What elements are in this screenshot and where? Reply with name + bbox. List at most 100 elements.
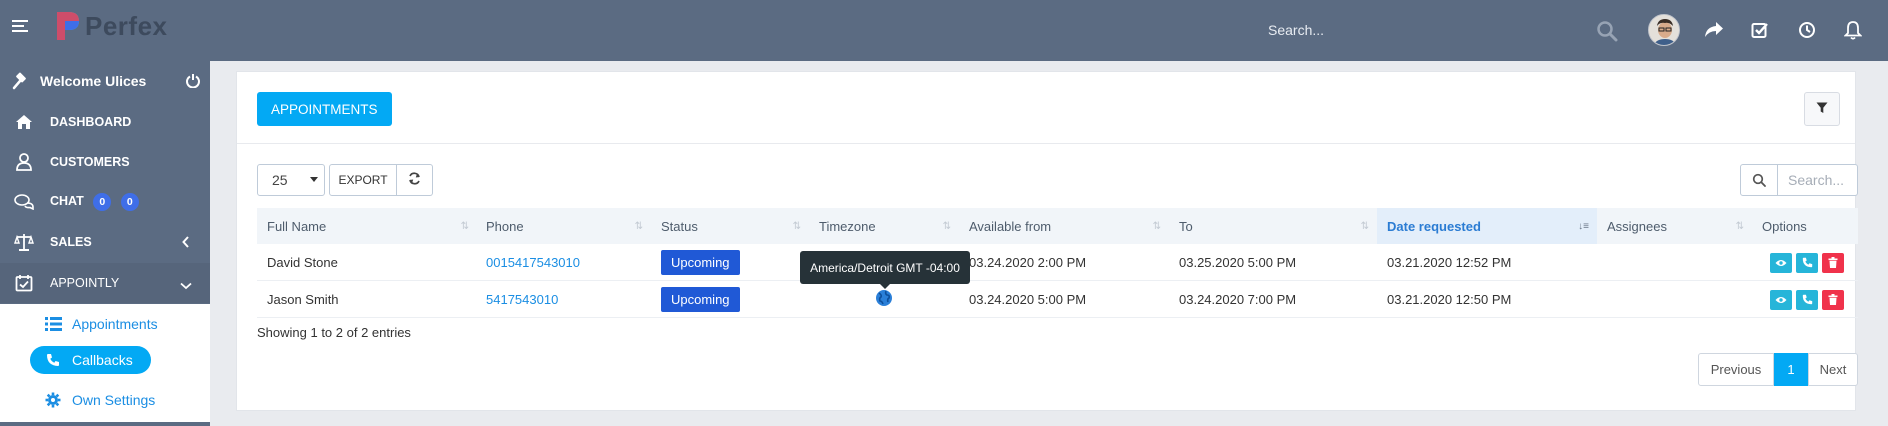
sidebar-item-appointly[interactable]: APPOINTLY [0,263,210,303]
phone-icon [1802,257,1812,268]
column-label: Phone [486,218,524,234]
submenu-item-appointments[interactable]: Appointments [44,310,158,338]
phone-link[interactable]: 0015417543010 [486,255,580,270]
cell-phone: 5417543010 [476,281,558,318]
phone-icon [1802,294,1812,305]
phone-link[interactable]: 5417543010 [486,292,558,307]
balance-scale-icon [14,232,34,252]
submenu-label: Appointments [72,316,158,332]
table-search-icon [1740,164,1778,196]
table-search-input[interactable] [1778,164,1858,196]
app-logo[interactable]: Perfex [55,9,168,43]
sort-icon: ⇅ [1360,221,1369,232]
logout-power-icon[interactable] [185,73,201,91]
cell-assignees [1597,281,1607,318]
cell-to: 03.24.2020 7:00 PM [1179,292,1297,307]
eye-icon [1775,296,1787,303]
cell-options [1752,281,1848,318]
sort-icon: ⇅ [1735,221,1744,232]
sidebar-item-label: CUSTOMERS [50,155,130,169]
appointly-submenu: Appointments Callbacks Own Settings [0,304,210,422]
pagination-previous[interactable]: Previous [1698,353,1774,386]
delete-button[interactable] [1822,289,1844,310]
submenu-item-own-settings[interactable]: Own Settings [44,386,155,414]
welcome-text: Welcome Ulices [40,73,147,89]
panel-header: APPOINTMENTS [237,72,1855,144]
reload-button[interactable] [397,164,433,196]
pagination-next[interactable]: Next [1808,353,1858,386]
cell-full-name: David Stone [267,255,338,270]
gear-icon [44,391,62,409]
view-button[interactable] [1770,289,1792,310]
filter-icon [1816,102,1828,117]
calendar-check-icon [14,273,34,293]
column-header-full-name[interactable]: Full Name ⇅ [257,208,477,244]
page-length-select[interactable]: 25 [257,164,325,196]
call-button[interactable] [1796,252,1818,273]
sidebar: Welcome Ulices DASHBOARD CUSTOMERS CHAT … [0,61,210,426]
table-header: Full Name ⇅ Phone ⇅ Status ⇅ Timezone ⇅ Avai… [257,208,1858,244]
cell-available-from: 03.24.2020 5:00 PM [969,292,1087,307]
column-label: Assignees [1607,218,1667,234]
menu-toggle-icon[interactable] [12,20,28,34]
call-button[interactable] [1796,289,1818,310]
export-button[interactable]: EXPORT [329,164,397,196]
phone-icon [44,351,62,369]
sidebar-item-customers[interactable]: CUSTOMERS [0,142,210,182]
home-icon [14,112,34,132]
sidebar-item-sales[interactable]: SALES [0,222,210,262]
column-label: Timezone [819,218,876,234]
cell-date-requested: 03.21.2020 12:52 PM [1387,255,1512,270]
cell-to: 03.25.2020 5:00 PM [1179,255,1297,270]
sidebar-item-chat[interactable]: CHAT 0 0 [0,182,210,222]
chevron-down-icon [180,279,192,293]
logo-mark-icon [55,10,81,42]
cell-assignees [1597,244,1607,281]
share-icon[interactable] [1703,19,1725,41]
sidebar-item-dashboard[interactable]: DASHBOARD [0,102,210,142]
column-header-to[interactable]: To ⇅ [1169,208,1377,244]
appointments-button[interactable]: APPOINTMENTS [257,92,392,126]
submenu-item-callbacks[interactable]: Callbacks [30,346,151,374]
appointments-panel: APPOINTMENTS 25 EXPORT Full Name ⇅ Phone ⇅… [236,71,1858,411]
user-icon [14,152,34,172]
task-check-icon[interactable] [1749,19,1771,41]
search-icon[interactable] [1596,20,1620,44]
cell-options [1752,244,1848,281]
column-header-assignees[interactable]: Assignees ⇅ [1597,208,1752,244]
global-search-input[interactable] [1256,14,1626,46]
sort-icon: ⇅ [942,221,951,232]
table-row: Jason Smith 5417543010 Upcoming 03.24.20… [257,281,1858,318]
pagination: Previous 1 Next [1698,353,1858,386]
column-header-status[interactable]: Status ⇅ [651,208,809,244]
column-header-available-from[interactable]: Available from ⇅ [959,208,1169,244]
submenu-label: Callbacks [72,352,133,368]
sort-icon: ⇅ [1152,221,1161,232]
column-label: Available from [969,218,1052,234]
table-info: Showing 1 to 2 of 2 entries [257,325,411,340]
sort-icon: ⇅ [460,221,469,232]
sidebar-item-label: DASHBOARD [50,115,132,129]
submenu-label: Own Settings [72,392,156,408]
chevron-left-icon [182,236,190,251]
delete-button[interactable] [1822,252,1844,273]
column-header-phone[interactable]: Phone ⇅ [476,208,651,244]
globe-icon[interactable] [875,289,893,310]
list-icon [44,315,62,333]
eye-icon [1775,259,1787,266]
column-header-date-requested[interactable]: Date requested ↓≡ [1377,208,1597,244]
view-button[interactable] [1770,252,1792,273]
status-badge: Upcoming [661,287,740,312]
trash-icon [1828,257,1838,268]
cell-status: Upcoming [651,244,740,281]
bell-icon[interactable] [1842,19,1864,41]
refresh-icon [408,172,421,188]
clock-icon[interactable] [1796,19,1818,41]
column-header-timezone[interactable]: Timezone ⇅ [809,208,959,244]
column-label: Status [661,218,698,234]
user-avatar[interactable] [1648,14,1680,46]
cell-status: Upcoming [651,281,740,318]
filter-button[interactable] [1804,92,1840,126]
table-row: David Stone 0015417543010 Upcoming 03.24… [257,244,1858,281]
pagination-page-1[interactable]: 1 [1774,353,1808,386]
